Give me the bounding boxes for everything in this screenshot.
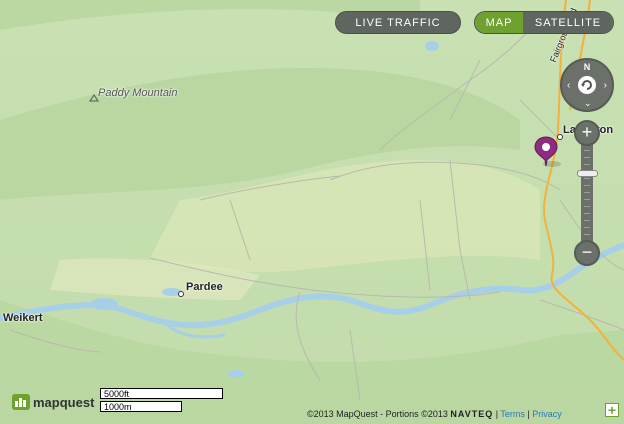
pan-left-icon[interactable]: ‹ (567, 80, 570, 91)
pan-down-icon[interactable]: ⌄ (584, 98, 592, 109)
expand-map-button[interactable]: + (605, 403, 619, 417)
terrain-layer (0, 0, 624, 424)
zoom-slider-track[interactable] (581, 144, 593, 242)
zoom-slider-thumb[interactable] (577, 170, 598, 177)
mapquest-logo-text: mapquest (33, 394, 95, 410)
map-type-switch: MAP SATELLITE (474, 11, 614, 34)
reset-rotate-icon[interactable] (577, 75, 597, 95)
privacy-link[interactable]: Privacy (532, 409, 562, 419)
zoom-in-button[interactable]: + (574, 120, 600, 146)
label-paddy-mountain: Paddy Mountain (98, 87, 178, 99)
terms-link[interactable]: Terms (500, 409, 525, 419)
pan-right-icon[interactable]: › (604, 80, 607, 91)
attribution: ©2013 MapQuest - Portions ©2013 NAVTEQ |… (307, 409, 562, 419)
compass-north-label: N (583, 62, 591, 72)
copyright-text: ©2013 MapQuest - Portions ©2013 (307, 409, 448, 419)
scale-meters: 1000m (100, 401, 182, 412)
location-pin-icon[interactable] (534, 136, 562, 170)
map-canvas[interactable]: Paddy Mountain Laurelton Pardee Weikert … (0, 0, 624, 424)
zoom-control: + − (574, 120, 601, 266)
live-traffic-button[interactable]: LIVE TRAFFIC (335, 11, 461, 34)
pan-control[interactable]: N ‹ › ⌄ (560, 58, 614, 112)
mapquest-logo-icon (12, 394, 30, 410)
zoom-out-button[interactable]: − (574, 240, 600, 266)
label-pardee: Pardee (186, 281, 223, 293)
map-view-button[interactable]: MAP (475, 12, 523, 33)
label-weikert: Weikert (3, 312, 43, 324)
satellite-view-button[interactable]: SATELLITE (523, 12, 613, 33)
scale-feet: 5000ft (100, 388, 223, 399)
navteq-logo: NAVTEQ (450, 409, 494, 419)
mapquest-logo[interactable]: mapquest (12, 394, 94, 410)
